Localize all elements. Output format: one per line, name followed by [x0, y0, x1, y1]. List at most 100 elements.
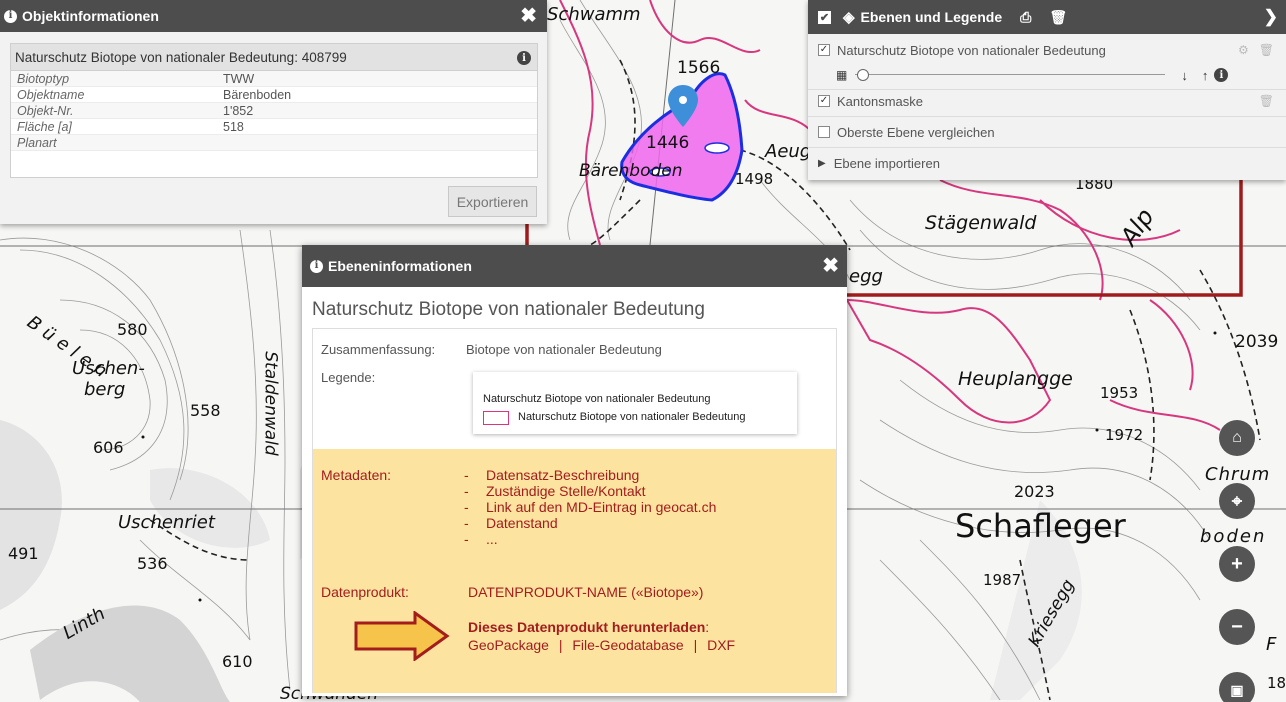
chevron-right-icon[interactable]: ❯	[1264, 7, 1278, 27]
map-label: Uschenriet	[118, 512, 215, 533]
import-label: Ebene importieren	[833, 155, 940, 171]
layer-item[interactable]: ✓ Kantonsmaske 🗑	[808, 91, 1286, 111]
object-info-title: Objektinformationen	[22, 8, 159, 24]
locate-icon[interactable]: ⌖	[1219, 483, 1255, 519]
metadata-link[interactable]: Datenstand	[464, 515, 716, 531]
opacity-slider-handle[interactable]	[857, 69, 870, 81]
product-value: DATENPRODUKT-NAME («Biotope»)	[468, 584, 704, 600]
attribute-key: Objekt-Nr.	[17, 103, 74, 118]
map-label: 606	[93, 438, 124, 457]
map-label: 1953	[1100, 384, 1139, 402]
map-label: 558	[190, 401, 221, 420]
layer-info-title: Ebeneninformationen	[328, 258, 472, 274]
format-separator: |	[693, 637, 698, 653]
info-circle-icon[interactable]: i	[517, 51, 531, 65]
gear-icon[interactable]: ⚙	[1238, 43, 1249, 57]
map-label: Schafleger	[955, 507, 1126, 545]
import-layer-item[interactable]: ▶ Ebene importieren	[808, 153, 1286, 173]
attribute-value: TWW	[223, 71, 255, 86]
map-label: Staldenwald	[260, 351, 281, 456]
map-label: 580	[117, 320, 148, 339]
map-label: Stägenwald	[925, 212, 1037, 234]
checkbox-icon[interactable]: ✔	[818, 10, 831, 24]
map-label: boden	[1200, 526, 1267, 547]
geopackage-link[interactable]: GeoPackage	[468, 637, 549, 653]
attribute-row: Fläche [a] 518	[11, 119, 537, 135]
layer-item[interactable]: ✓ Naturschutz Biotope von nationaler Bed…	[808, 40, 1286, 60]
close-icon[interactable]: ✖	[822, 256, 839, 276]
layers-header: ✔ ◈ Ebenen und Legende ⎙ 🗑 ❯	[808, 0, 1286, 34]
legend-title: Naturschutz Biotope von nationaler Bedeu…	[483, 393, 711, 405]
zoom-in-icon[interactable]: +	[1219, 546, 1255, 582]
object-attribute-box: Naturschutz Biotope von nationaler Bedeu…	[10, 43, 538, 178]
attribute-table: Biotoptyp TWW Objektname Bärenboden Obje…	[11, 71, 537, 151]
layer-info-header: i Ebeneninformationen ✖	[302, 245, 847, 287]
format-separator: |	[558, 637, 563, 653]
layers-icon: ◈	[843, 9, 855, 26]
arrow-down-icon[interactable]: ↓	[1181, 68, 1188, 83]
attribute-key: Fläche [a]	[17, 119, 72, 134]
attribute-key: Biotoptyp	[17, 71, 70, 86]
opacity-row: ▦ ↓ ↑ i	[808, 64, 1286, 86]
home-icon[interactable]: ⌂	[1219, 420, 1255, 456]
map-label: Bärenboden	[579, 161, 683, 181]
map-label: 1972	[1105, 426, 1144, 444]
legend-label: Legende:	[321, 370, 376, 385]
fullscreen-icon[interactable]: ▣	[1219, 672, 1255, 702]
metadata-link[interactable]: Zuständige Stelle/Kontakt	[464, 483, 716, 499]
map-label: berg	[84, 379, 126, 400]
compare-label: Oberste Ebene vergleichen	[837, 124, 995, 140]
opacity-icon: ▦	[836, 68, 848, 82]
export-button[interactable]: Exportieren	[448, 186, 537, 217]
metadata-link[interactable]: Link auf den MD-Eintrag in geocat.ch	[464, 499, 716, 515]
object-info-header: i Objektinformationen ✖	[0, 0, 547, 32]
layer-label: Naturschutz Biotope von nationaler Bedeu…	[837, 42, 1106, 58]
layer-checkbox[interactable]: ✓	[818, 44, 830, 56]
layer-row-icons: ⚙ 🗑	[1238, 43, 1274, 57]
map-label: Uschen-	[72, 358, 145, 379]
download-label: Dieses Datenprodukt herunterladen	[468, 619, 706, 635]
trash-icon[interactable]: 🗑	[1259, 43, 1274, 57]
download-heading: Dieses Datenprodukt herunterladen:	[468, 619, 709, 635]
map-label: 2023	[1014, 482, 1055, 501]
layers-legend-panel: ✔ ◈ Ebenen und Legende ⎙ 🗑 ❯ ✓ Naturschu…	[808, 0, 1286, 180]
close-icon[interactable]: ✖	[520, 6, 537, 26]
metadata-label: Metadaten:	[321, 467, 392, 483]
object-box-title: Naturschutz Biotope von nationaler Bedeu…	[11, 44, 537, 71]
map-label: 2039	[1235, 332, 1279, 352]
legend-swatch	[483, 411, 509, 425]
attribute-key: Objektname	[17, 87, 85, 102]
map-label: Chrum	[1205, 464, 1271, 485]
file-geodatabase-link[interactable]: File-Geodatabase	[572, 637, 683, 653]
metadata-link[interactable]: Datensatz-Beschreibung	[464, 467, 716, 483]
compare-checkbox[interactable]	[818, 126, 830, 138]
layer-row-icons: 🗑	[1259, 94, 1274, 108]
layer-info-content: Zusammenfassung: Biotope von nationaler …	[312, 328, 837, 693]
triangle-right-icon: ▶	[818, 157, 826, 169]
info-circle-icon: i	[310, 259, 323, 273]
attribute-row: Planart	[11, 135, 537, 151]
product-label: Datenprodukt:	[321, 584, 409, 600]
trash-icon[interactable]: 🗑	[1259, 94, 1274, 108]
arrow-up-icon[interactable]: ↑	[1202, 68, 1209, 83]
opacity-slider[interactable]	[855, 69, 1166, 81]
map-label: Schwamm	[547, 4, 641, 25]
layer-info-heading: Naturschutz Biotope von nationaler Bedeu…	[312, 299, 705, 320]
attribute-value: 518	[223, 119, 244, 134]
zoom-out-icon[interactable]: −	[1219, 609, 1255, 645]
map-label: egg	[849, 266, 883, 287]
layers-title: Ebenen und Legende	[860, 9, 1003, 25]
compare-layer-item[interactable]: Oberste Ebene vergleichen	[808, 122, 1286, 142]
layer-checkbox[interactable]: ✓	[818, 95, 830, 107]
download-formats: GeoPackage | File-Geodatabase | DXF	[468, 637, 735, 653]
trash-icon[interactable]: 🗑	[1049, 9, 1067, 26]
object-info-panel: i Objektinformationen ✖ Naturschutz Biot…	[0, 0, 547, 224]
info-circle-icon[interactable]: i	[1214, 68, 1229, 82]
print-icon[interactable]: ⎙	[1020, 9, 1031, 26]
metadata-area: Metadaten: Datensatz-Beschreibung Zustän…	[313, 449, 836, 693]
arrow-right-icon	[354, 611, 450, 661]
dxf-link[interactable]: DXF	[707, 637, 735, 653]
download-colon: :	[705, 619, 710, 635]
metadata-link: ...	[464, 531, 716, 547]
legend-box: Naturschutz Biotope von nationaler Bedeu…	[473, 372, 797, 434]
